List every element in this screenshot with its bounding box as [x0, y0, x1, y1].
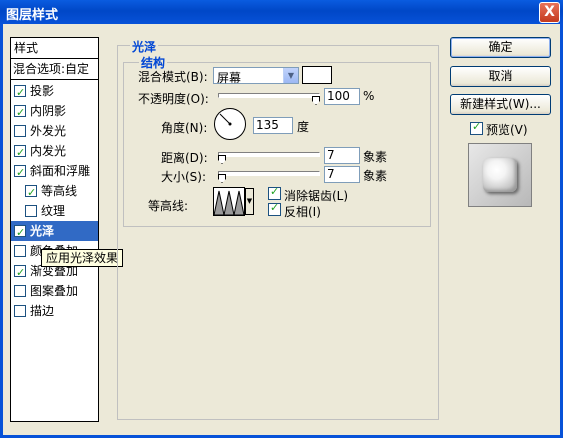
opacity-slider[interactable] [218, 93, 320, 98]
size-input[interactable]: 7 [324, 166, 360, 183]
contour-dropdown-button[interactable]: ▼ [245, 188, 254, 215]
angle-unit: 度 [297, 120, 310, 134]
preview-checkbox[interactable] [470, 120, 483, 135]
style-list-header[interactable]: 样式 [11, 38, 98, 59]
style-list-item[interactable]: 内阴影 [11, 101, 98, 123]
style-checkbox[interactable] [14, 245, 26, 257]
preview-label[interactable]: 预览(V) [486, 121, 528, 138]
style-list-label: 外发光 [30, 124, 67, 138]
opacity-label: 不透明度(O): [138, 92, 209, 106]
style-checkbox[interactable] [14, 143, 26, 163]
antialias-label[interactable]: 消除锯齿(L) [284, 187, 348, 204]
style-list-label: 斜面和浮雕 [30, 164, 91, 178]
style-list-item[interactable]: 图案叠加 [11, 281, 98, 301]
preview-thumbnail [483, 158, 517, 192]
size-unit: 象素 [363, 169, 388, 183]
style-checkbox[interactable] [14, 163, 26, 183]
size-label: 大小(S): [161, 170, 207, 184]
style-checkbox[interactable] [14, 223, 26, 243]
blend-mode-label: 混合模式(B): [138, 70, 208, 84]
style-list-label: 图案叠加 [30, 284, 79, 298]
invert-checkbox[interactable] [268, 201, 281, 216]
blend-color-swatch[interactable] [302, 66, 332, 84]
style-list-label: 内发光 [30, 144, 67, 158]
style-preview [468, 143, 532, 207]
blend-mode-select[interactable]: 屏幕 ▼ [213, 67, 299, 85]
chevron-down-icon: ▼ [283, 68, 298, 83]
title-bar [0, 0, 563, 24]
style-list-item[interactable]: 等高线 [11, 181, 98, 203]
opacity-input[interactable]: 100 [324, 88, 360, 105]
style-checkbox[interactable] [14, 125, 26, 137]
invert-label[interactable]: 反相(I) [284, 203, 321, 220]
style-checkbox[interactable] [14, 83, 26, 103]
close-button[interactable]: X [539, 2, 560, 23]
angle-input[interactable]: 135 [253, 117, 293, 134]
contour-curve-icon [214, 190, 244, 215]
antialias-checkbox[interactable] [268, 185, 281, 200]
blend-mode-value: 屏幕 [217, 71, 242, 85]
style-list-label: 内阴影 [30, 104, 67, 118]
ok-button[interactable]: 确定 [450, 37, 551, 58]
blend-options-item[interactable]: 混合选项:自定 [11, 60, 98, 80]
style-checkbox[interactable] [25, 205, 37, 217]
window-title: 图层样式 [6, 8, 59, 23]
style-list: 样式 混合选项:自定 投影内阴影外发光内发光斜面和浮雕等高线纹理光泽颜色叠加渐变… [10, 37, 99, 422]
angle-dial[interactable] [214, 108, 246, 140]
size-slider[interactable] [218, 171, 320, 176]
style-checkbox[interactable] [14, 305, 26, 317]
contour-label: 等高线: [148, 199, 189, 213]
style-checkbox[interactable] [14, 263, 26, 283]
distance-slider[interactable] [218, 152, 320, 157]
style-list-label: 投影 [30, 84, 55, 98]
style-list-item[interactable]: 内发光 [11, 141, 98, 163]
style-list-item[interactable]: 描边 [11, 301, 98, 321]
angle-label: 角度(N): [161, 121, 208, 135]
angle-needle-icon [219, 113, 232, 126]
new-style-button[interactable]: 新建样式(W)... [450, 94, 551, 115]
style-list-item[interactable]: 外发光 [11, 121, 98, 141]
style-checkbox[interactable] [14, 103, 26, 123]
cancel-button[interactable]: 取消 [450, 66, 551, 87]
style-checkbox[interactable] [25, 183, 37, 203]
contour-preview[interactable] [213, 187, 245, 216]
distance-label: 距离(D): [161, 151, 208, 165]
tooltip: 应用光泽效果 [41, 249, 124, 267]
style-list-label: 等高线 [41, 184, 78, 198]
opacity-unit: % [363, 89, 375, 103]
distance-unit: 象素 [363, 150, 388, 164]
distance-input[interactable]: 7 [324, 147, 360, 164]
style-list-item[interactable]: 斜面和浮雕 [11, 161, 98, 183]
style-checkbox[interactable] [14, 285, 26, 297]
style-list-label: 光泽 [30, 224, 55, 238]
style-list-item[interactable]: 光泽 [11, 221, 98, 243]
satin-section-title: 光泽 [130, 38, 159, 55]
style-list-item[interactable]: 纹理 [11, 201, 98, 221]
style-list-label: 描边 [30, 304, 55, 318]
style-list-item[interactable]: 投影 [11, 81, 98, 103]
style-list-label: 纹理 [41, 204, 66, 218]
